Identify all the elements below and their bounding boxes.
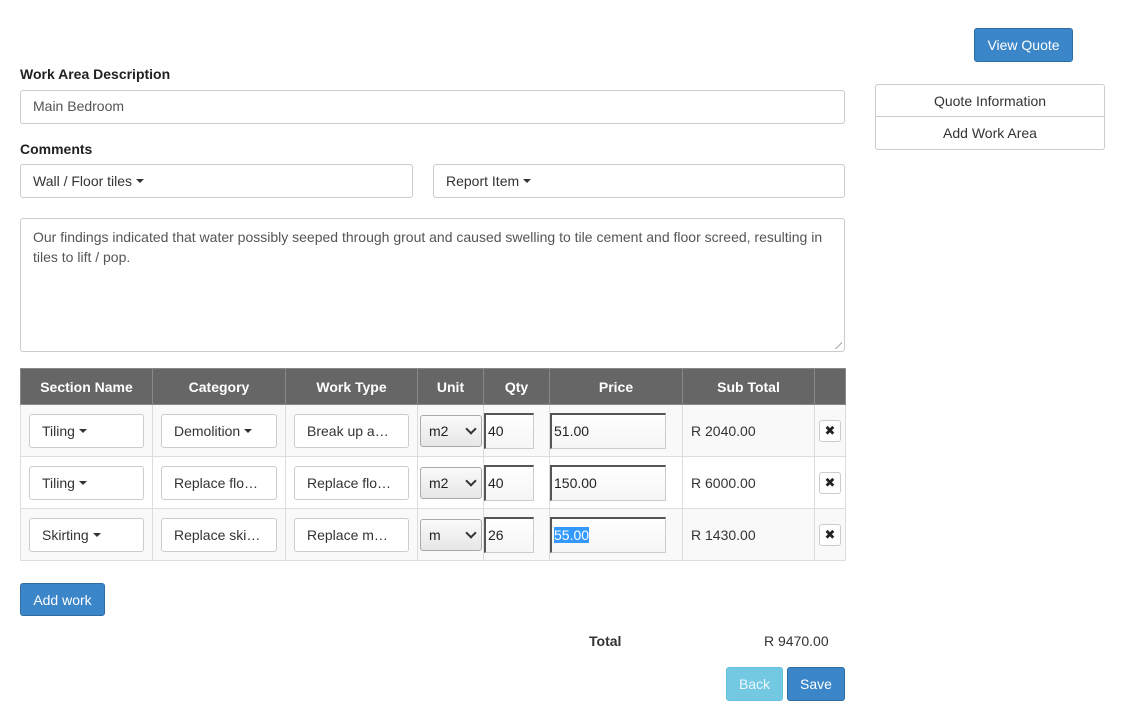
price-input[interactable]: 51.00 bbox=[550, 412, 666, 449]
work-type-dropdown[interactable]: Replace m… bbox=[294, 517, 409, 552]
category-dropdown[interactable]: Demolition bbox=[161, 413, 277, 448]
column-header: Price bbox=[549, 368, 683, 405]
chevron-down-icon bbox=[465, 422, 477, 435]
column-header: Unit bbox=[417, 368, 484, 405]
comment-type-dropdown[interactable]: Report Item bbox=[433, 164, 845, 198]
comment-category-dropdown[interactable]: Wall / Floor tiles bbox=[20, 164, 413, 198]
column-header bbox=[814, 368, 846, 405]
table-row: Skirting Replace ski… Replace m… m 26 55… bbox=[20, 508, 846, 561]
subtotal-value: R 1430.00 bbox=[691, 526, 756, 543]
delete-row-button[interactable]: ✖ bbox=[819, 523, 841, 546]
section-dropdown[interactable]: Skirting bbox=[29, 517, 144, 552]
add-work-button[interactable]: Add work bbox=[20, 583, 105, 616]
unit-select[interactable]: m2 bbox=[420, 414, 482, 447]
qty-input[interactable]: 40 bbox=[484, 412, 534, 449]
column-header: Work Type bbox=[285, 368, 418, 405]
selected-price-text: 55.00 bbox=[554, 526, 590, 543]
column-header: Qty bbox=[483, 368, 550, 405]
caret-down-icon bbox=[92, 532, 101, 537]
comments-label: Comments bbox=[20, 141, 93, 157]
unit-select[interactable]: m2 bbox=[420, 466, 482, 499]
delete-row-button[interactable]: ✖ bbox=[819, 471, 841, 494]
total-label: Total bbox=[589, 633, 622, 649]
comment-textarea[interactable]: Our findings indicated that water possib… bbox=[20, 218, 845, 352]
column-header: Section Name bbox=[20, 368, 153, 405]
category-dropdown[interactable]: Replace flo… bbox=[161, 465, 277, 500]
table-row: Tiling Replace flo… Replace flo… m2 40 1… bbox=[20, 456, 846, 509]
caret-down-icon bbox=[523, 179, 532, 183]
qty-input[interactable]: 26 bbox=[484, 516, 534, 553]
work-area-label: Work Area Description bbox=[20, 66, 171, 82]
qty-input[interactable]: 40 bbox=[484, 464, 534, 501]
table-header-row: Section Name Category Work Type Unit Qty… bbox=[20, 368, 846, 405]
comment-category-value: Wall / Floor tiles bbox=[33, 173, 133, 189]
sidebar-menu: Quote Information Add Work Area bbox=[875, 84, 1105, 150]
save-button[interactable]: Save bbox=[787, 667, 845, 701]
work-area-input[interactable]: Main Bedroom bbox=[20, 90, 845, 124]
column-header: Sub Total bbox=[682, 368, 815, 405]
caret-down-icon bbox=[78, 428, 87, 433]
price-input[interactable]: 55.00 bbox=[550, 516, 666, 553]
comment-text: Our findings indicated that water possib… bbox=[33, 229, 823, 265]
sidebar-item-quote-information[interactable]: Quote Information bbox=[875, 84, 1105, 117]
resize-handle-icon[interactable] bbox=[830, 337, 842, 349]
close-icon: ✖ bbox=[824, 474, 836, 490]
view-quote-button[interactable]: View Quote bbox=[974, 28, 1073, 62]
table-row: Tiling Demolition Break up a… m2 40 51.0… bbox=[20, 404, 846, 457]
delete-row-button[interactable]: ✖ bbox=[819, 419, 841, 442]
unit-select[interactable]: m bbox=[420, 518, 482, 551]
caret-down-icon bbox=[78, 480, 87, 485]
section-dropdown[interactable]: Tiling bbox=[29, 465, 144, 500]
close-icon: ✖ bbox=[824, 422, 836, 438]
price-input[interactable]: 150.00 bbox=[550, 464, 666, 501]
work-items-table: Section Name Category Work Type Unit Qty… bbox=[20, 368, 846, 561]
subtotal-value: R 2040.00 bbox=[691, 422, 756, 439]
comment-type-value: Report Item bbox=[446, 173, 520, 189]
sidebar-item-add-work-area[interactable]: Add Work Area bbox=[875, 117, 1105, 150]
category-dropdown[interactable]: Replace ski… bbox=[161, 517, 277, 552]
column-header: Category bbox=[152, 368, 286, 405]
section-dropdown[interactable]: Tiling bbox=[29, 413, 144, 448]
total-value: R 9470.00 bbox=[764, 633, 829, 649]
back-button[interactable]: Back bbox=[726, 667, 783, 701]
work-type-dropdown[interactable]: Replace flo… bbox=[294, 465, 409, 500]
caret-down-icon bbox=[244, 428, 253, 433]
caret-down-icon bbox=[136, 179, 145, 183]
chevron-down-icon bbox=[465, 526, 477, 539]
subtotal-value: R 6000.00 bbox=[691, 474, 756, 491]
close-icon: ✖ bbox=[824, 526, 836, 542]
work-type-dropdown[interactable]: Break up a… bbox=[294, 413, 409, 448]
chevron-down-icon bbox=[465, 474, 477, 487]
